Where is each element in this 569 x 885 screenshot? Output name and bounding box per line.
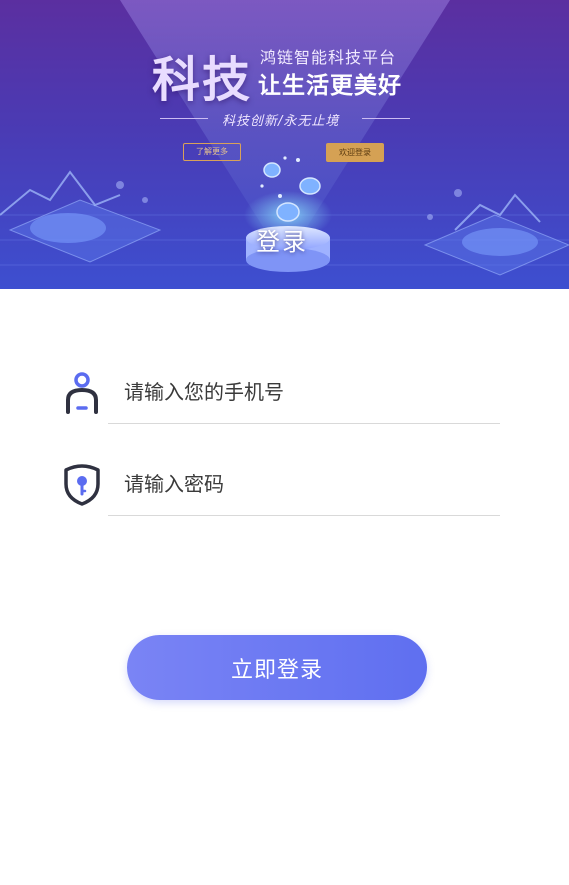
tagline-rule-left [160, 118, 208, 119]
banner-tagline: 科技创新/永无止境 [222, 114, 340, 129]
login-page: 科技 鸿链智能科技平台 让生活更美好 科技创新/永无止境 了解更多 欢迎登录 登… [0, 0, 569, 885]
learn-more-button[interactable]: 了解更多 [183, 143, 241, 161]
login-title: 登录 [256, 228, 308, 256]
user-icon [62, 370, 102, 414]
phone-field [60, 362, 500, 424]
banner-brand-name: 鸿链智能科技平台 [260, 48, 397, 67]
password-underline [108, 515, 500, 516]
password-input[interactable] [124, 466, 484, 502]
banner-slogan: 让生活更美好 [258, 73, 402, 99]
tagline-rule-right [362, 118, 410, 119]
hero-banner: 科技 鸿链智能科技平台 让生活更美好 科技创新/永无止境 了解更多 欢迎登录 登… [0, 0, 569, 289]
phone-input[interactable] [124, 374, 484, 410]
welcome-login-button[interactable]: 欢迎登录 [326, 143, 384, 162]
shield-key-icon [62, 462, 102, 506]
password-field [60, 454, 500, 516]
phone-underline [108, 423, 500, 424]
login-submit-button[interactable]: 立即登录 [127, 635, 427, 700]
banner-big-title: 科技 [152, 52, 253, 108]
